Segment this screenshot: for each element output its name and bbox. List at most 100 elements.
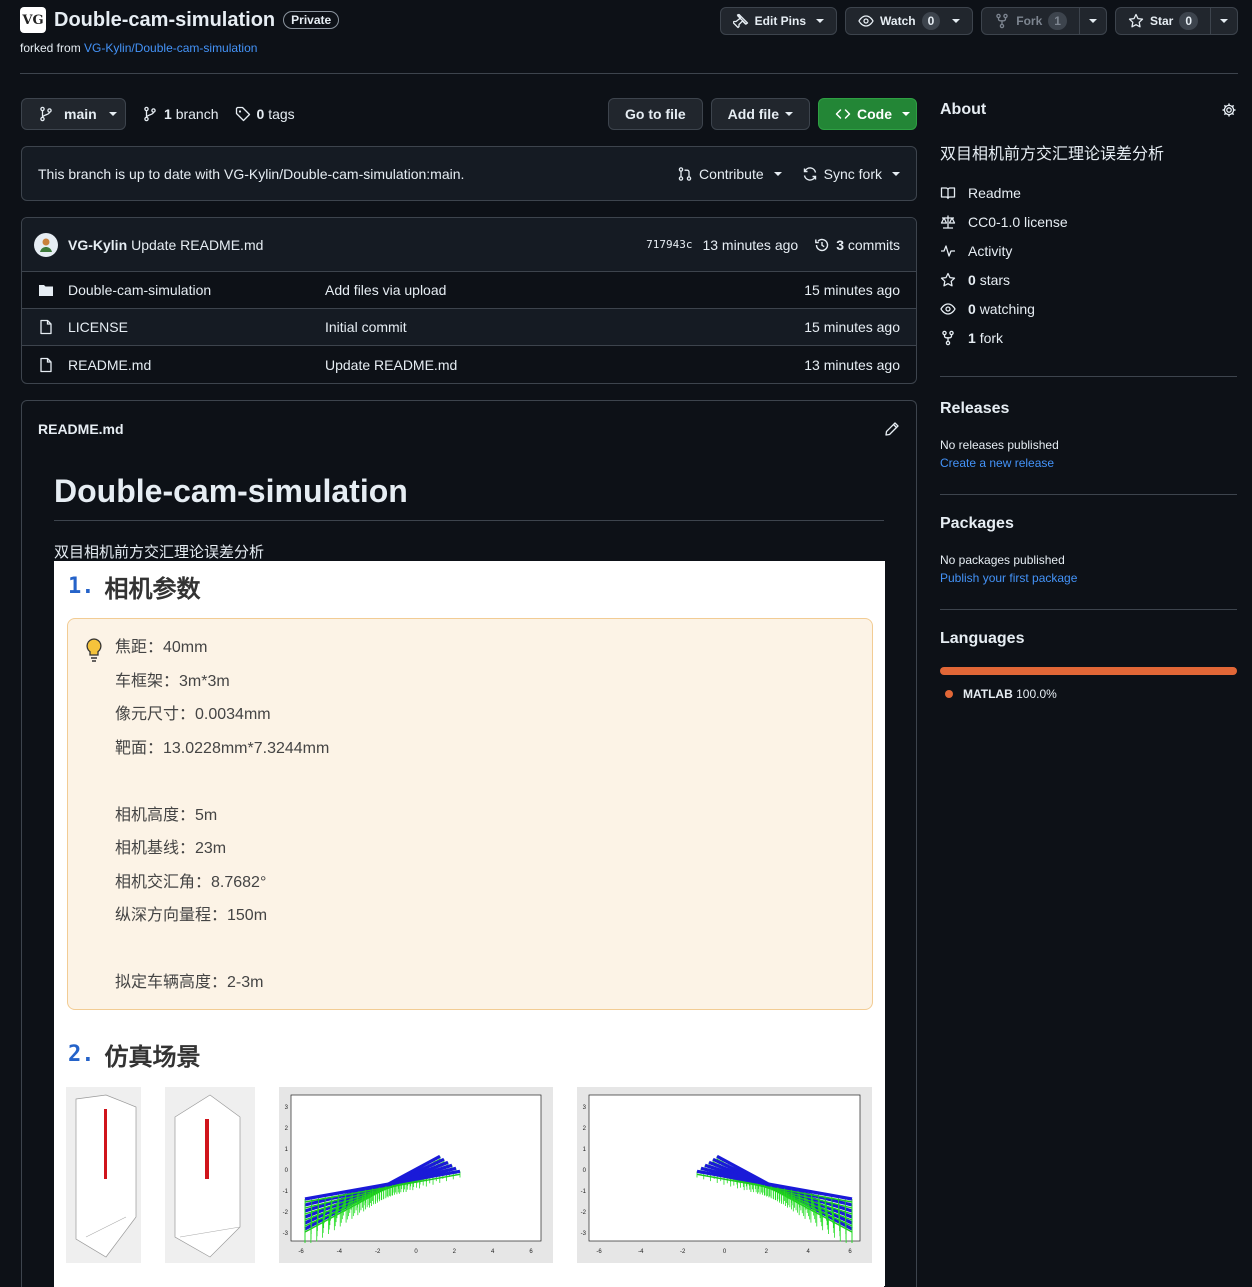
commit-author[interactable]: VG-Kylin <box>68 237 127 253</box>
sync-fork-button[interactable]: Sync fork <box>802 166 900 182</box>
commit-message[interactable]: Update README.md <box>131 237 263 253</box>
edit-pins-button[interactable]: Edit Pins <box>719 7 838 35</box>
y-tick-label: -2 <box>283 1210 289 1216</box>
chevron-down-icon <box>785 112 793 116</box>
y-tick-label: -1 <box>581 1189 587 1195</box>
y-tick-label: 3 <box>285 1105 289 1111</box>
watching-link[interactable]: 0 watching <box>940 294 1237 323</box>
x-tick-label: 6 <box>848 1249 852 1255</box>
avatar[interactable] <box>34 232 58 257</box>
license-link[interactable]: CC0-1.0 license <box>940 207 1237 236</box>
about-description: 双目相机前方交汇理论误差分析 <box>940 146 1165 163</box>
star-dropdown-button[interactable] <box>1211 7 1238 35</box>
branches-link[interactable]: 1 branch <box>142 106 219 122</box>
code-button[interactable]: Code <box>818 98 917 130</box>
readme-link-label: Readme <box>968 184 1021 201</box>
fork-sync-status: This branch is up to date with VG-Kylin/… <box>21 146 917 201</box>
file-toolbar: main 1 branch 0 tags Go to file Add file… <box>21 98 917 130</box>
section-heading: 1. 相机参数 <box>68 569 201 604</box>
file-commit-message[interactable]: Update README.md <box>325 357 804 373</box>
tags-link[interactable]: 0 tags <box>235 106 295 122</box>
y-tick-label: -3 <box>581 1231 587 1237</box>
add-file-button[interactable]: Add file <box>710 98 810 130</box>
header-divider <box>20 73 1238 74</box>
file-name[interactable]: Double-cam-simulation <box>68 282 325 298</box>
releases-title[interactable]: Releases <box>940 400 1237 418</box>
branch-select-button[interactable]: main <box>21 98 126 130</box>
readme-image-next <box>54 1277 884 1287</box>
edit-pins-label: Edit Pins <box>754 14 807 28</box>
y-tick-label: 0 <box>583 1168 587 1174</box>
y-tick-label: 2 <box>583 1126 587 1132</box>
forks-count: 1 <box>968 329 976 346</box>
fork-split-button: Fork 1 <box>981 7 1107 35</box>
star-button[interactable]: Star 0 <box>1114 7 1211 35</box>
fork-button[interactable]: Fork 1 <box>981 7 1080 35</box>
chevron-down-icon <box>816 19 825 23</box>
readme-panel: README.md Double-cam-simulation 双目相机前方交汇… <box>21 400 917 1287</box>
stars-label: stars <box>979 271 1011 288</box>
file-name[interactable]: LICENSE <box>68 319 325 335</box>
activity-label: Activity <box>968 242 1013 259</box>
fork-dropdown-button[interactable] <box>1079 7 1107 35</box>
readme-title: Double-cam-simulation <box>54 473 884 521</box>
about-title: About <box>940 101 987 118</box>
publish-package-link[interactable]: Publish your first package <box>940 571 1237 585</box>
readme-file-label[interactable]: README.md <box>38 421 124 437</box>
y-tick-label: 3 <box>583 1105 587 1111</box>
forked-prefix: forked from <box>20 41 81 55</box>
error-plot-right: -6 -4 -2 0 2 4 6 3 2 1 0 -1 -2 -3 <box>577 1087 872 1263</box>
eye-icon <box>940 301 956 317</box>
pulse-icon <box>940 243 956 259</box>
pencil-icon[interactable] <box>884 421 900 437</box>
main-column: main 1 branch 0 tags Go to file Add file… <box>21 98 917 1287</box>
section-number: 1. <box>68 574 95 599</box>
section-heading: 2. 仿真场景 <box>68 1037 201 1072</box>
y-tick-label: 1 <box>285 1147 289 1153</box>
activity-link[interactable]: Activity <box>940 236 1237 265</box>
contribute-button[interactable]: Contribute <box>677 166 782 182</box>
branch-icon <box>142 106 158 122</box>
forks-link[interactable]: 1 fork <box>940 323 1237 352</box>
repo-name[interactable]: Double-cam-simulation <box>54 9 275 32</box>
language-dot <box>945 690 953 698</box>
latest-commit-row: VG-Kylin Update README.md 717943c 13 min… <box>22 218 916 272</box>
stars-link[interactable]: 0 stars <box>940 265 1237 294</box>
tag-icon <box>235 106 251 122</box>
gear-icon[interactable] <box>1221 102 1237 118</box>
forked-from: forked from VG-Kylin/Double-cam-simulati… <box>20 41 257 55</box>
file-time: 15 minutes ago <box>804 282 900 298</box>
forked-from-link[interactable]: VG-Kylin/Double-cam-simulation <box>84 41 257 55</box>
readme-image: 1. 相机参数 焦距：40mm 车框架：3m*3m 像元尺寸：0.0034mm 靶面：… <box>54 561 885 1286</box>
language-percent: 100.0% <box>1016 687 1057 701</box>
about-list: Readme CC0-1.0 license Activity 0 stars … <box>940 178 1237 352</box>
param-line <box>115 770 329 804</box>
param-line: 相机基线：23m <box>115 840 227 857</box>
commits-history-link[interactable]: 3 commits <box>814 237 900 253</box>
y-tick-label: -2 <box>581 1210 587 1216</box>
param-line <box>115 938 329 972</box>
file-row[interactable]: LICENSE Initial commit 15 minutes ago <box>22 309 916 346</box>
readme-link[interactable]: Readme <box>940 178 1237 207</box>
watch-button[interactable]: Watch 0 <box>845 7 974 35</box>
file-row[interactable]: README.md Update README.md 13 minutes ag… <box>22 346 916 383</box>
language-item[interactable]: MATLAB 100.0% <box>940 687 1237 701</box>
create-release-link[interactable]: Create a new release <box>940 456 1237 470</box>
repo-logo: VG <box>20 7 46 33</box>
readme-description: 双目相机前方交汇理论误差分析 <box>54 544 265 561</box>
file-row[interactable]: Double-cam-simulation Add files via uplo… <box>22 272 916 309</box>
chevron-down-icon <box>1088 19 1097 23</box>
law-icon <box>940 214 956 230</box>
packages-title[interactable]: Packages <box>940 515 1237 533</box>
x-tick-label: -2 <box>680 1249 686 1255</box>
star-label: Star <box>1149 14 1174 28</box>
x-tick-label: 4 <box>806 1249 810 1255</box>
file-name[interactable]: README.md <box>68 357 325 373</box>
go-to-file-button[interactable]: Go to file <box>607 98 703 130</box>
x-tick-label: -2 <box>375 1249 381 1255</box>
y-tick-label: -1 <box>283 1189 289 1195</box>
stars-count: 0 <box>968 271 976 288</box>
commit-sha[interactable]: 717943c <box>646 238 692 251</box>
file-commit-message[interactable]: Initial commit <box>325 319 804 335</box>
file-commit-message[interactable]: Add files via upload <box>325 282 804 298</box>
